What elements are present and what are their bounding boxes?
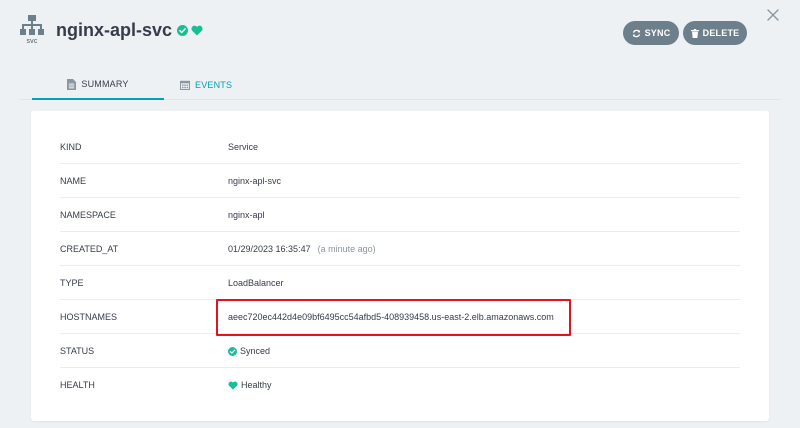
heart-icon xyxy=(191,25,203,36)
row-key: KIND xyxy=(60,142,82,152)
tab-summary-label: SUMMARY xyxy=(81,79,129,89)
row-value: Healthy xyxy=(228,380,272,390)
row-key: CREATED_AT xyxy=(60,244,119,254)
title-row: nginx-apl-svc xyxy=(56,20,203,41)
close-icon[interactable] xyxy=(766,8,780,22)
sync-button[interactable]: SYNC xyxy=(623,21,679,45)
sync-label: SYNC xyxy=(644,28,671,38)
row-value-text: Healthy xyxy=(241,380,272,390)
row-key: NAME xyxy=(60,176,87,186)
row-key: NAMESPACE xyxy=(60,210,116,220)
check-circle-icon xyxy=(177,25,189,36)
trash-icon xyxy=(690,28,699,38)
heart-icon xyxy=(228,381,238,390)
calendar-icon xyxy=(180,80,190,90)
tab-summary[interactable]: SUMMARY xyxy=(32,70,164,100)
row-key: STATUS xyxy=(60,346,95,356)
summary-card: KIND Service NAME nginx-apl-svc NAMESPAC… xyxy=(31,111,769,421)
relative-time: (a minute ago) xyxy=(317,244,376,254)
title-status-icons xyxy=(177,25,203,36)
summary-row-type: TYPE LoadBalancer xyxy=(60,266,740,300)
check-circle-icon xyxy=(228,346,237,356)
row-value: LoadBalancer xyxy=(228,278,284,288)
summary-row-name: NAME nginx-apl-svc xyxy=(60,164,740,198)
row-value: nginx-apl xyxy=(228,210,265,220)
kind-icon-block: svc xyxy=(17,15,47,49)
summary-row-kind: KIND Service xyxy=(60,130,740,164)
row-value-text: Service xyxy=(228,142,259,152)
row-value-text: nginx-apl-svc xyxy=(228,176,282,186)
summary-row-status: STATUS Synced xyxy=(60,334,740,368)
row-value-text: 01/29/2023 16:35:47 xyxy=(228,244,311,254)
hostname-highlight-box xyxy=(216,299,571,336)
delete-label: DELETE xyxy=(702,28,740,38)
resource-header: svc nginx-apl-svc SYNC DELETE xyxy=(0,0,800,62)
row-value-text: LoadBalancer xyxy=(228,278,284,288)
summary-row-created-at: CREATED_AT 01/29/2023 16:35:47 (a minute… xyxy=(60,232,740,266)
document-icon xyxy=(67,78,77,90)
delete-button[interactable]: DELETE xyxy=(683,21,747,45)
tab-events-label: EVENTS xyxy=(195,80,233,90)
row-value-text: nginx-apl xyxy=(228,210,265,220)
row-value: nginx-apl-svc xyxy=(228,176,281,186)
tab-events[interactable]: EVENTS xyxy=(180,70,232,100)
row-value: Synced xyxy=(228,346,270,356)
summary-row-health: HEALTH Healthy xyxy=(60,368,740,402)
sync-icon xyxy=(632,29,640,37)
network-tree-icon xyxy=(20,15,44,35)
row-key: HEALTH xyxy=(60,380,95,390)
row-key: TYPE xyxy=(60,278,84,288)
row-value-text: Synced xyxy=(240,346,271,356)
kind-label: svc xyxy=(26,38,38,45)
summary-row-namespace: NAMESPACE nginx-apl xyxy=(60,198,740,232)
tab-bar: SUMMARY EVENTS xyxy=(20,70,780,100)
row-key: HOSTNAMES xyxy=(60,312,118,322)
row-value: Service xyxy=(228,142,258,152)
page-title: nginx-apl-svc xyxy=(56,20,173,40)
row-value: 01/29/2023 16:35:47 (a minute ago) xyxy=(228,244,376,254)
